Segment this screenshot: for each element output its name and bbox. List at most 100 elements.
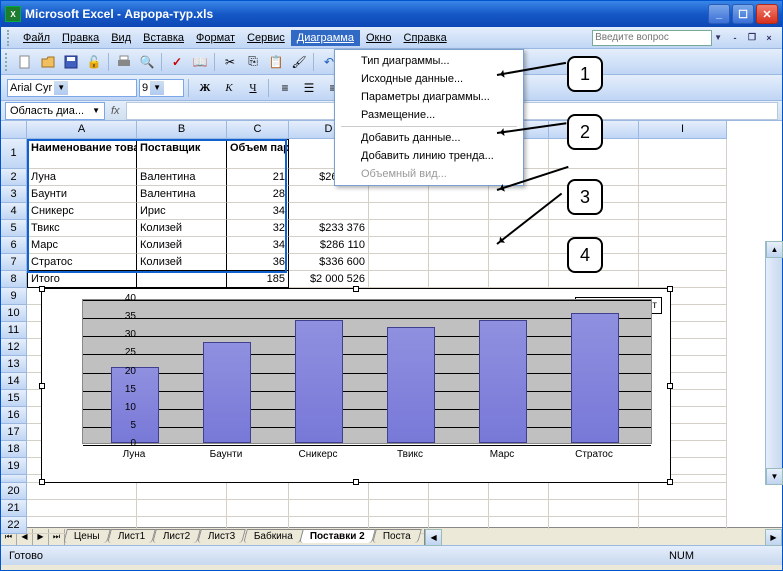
row-header[interactable]: 4	[1, 203, 27, 220]
grip-icon[interactable]	[7, 30, 13, 46]
cell[interactable]: 28	[227, 186, 289, 203]
cell[interactable]: Сникерс	[27, 203, 137, 220]
cell[interactable]	[369, 500, 429, 517]
bold-button[interactable]: Ж	[194, 78, 216, 98]
cell[interactable]	[429, 271, 489, 288]
cell[interactable]: Валентина	[137, 186, 227, 203]
mdi-close[interactable]: ×	[762, 32, 776, 44]
ask-question-input[interactable]	[592, 30, 712, 46]
cell[interactable]: Твикс	[27, 220, 137, 237]
menu-view[interactable]: Вид	[105, 30, 137, 46]
cell[interactable]	[639, 139, 727, 169]
sheet-tab[interactable]: Поставки 2	[300, 529, 377, 543]
cell[interactable]	[429, 220, 489, 237]
font-size-combo[interactable]: 9▼	[139, 79, 184, 97]
cell[interactable]	[489, 254, 549, 271]
row-header[interactable]: 21	[1, 500, 27, 517]
cell[interactable]	[227, 500, 289, 517]
mdi-minimize[interactable]: -	[728, 32, 742, 44]
cell[interactable]	[429, 237, 489, 254]
menu-help[interactable]: Справка	[398, 30, 453, 46]
menu-window[interactable]: Окно	[360, 30, 398, 46]
cell[interactable]: Стратос	[27, 254, 137, 271]
cell[interactable]	[227, 483, 289, 500]
cell[interactable]	[369, 483, 429, 500]
menu-file[interactable]: Файл	[17, 30, 56, 46]
row-header[interactable]: 12	[1, 339, 27, 356]
close-button[interactable]: ✕	[756, 4, 778, 24]
embedded-chart[interactable]: Объем партии, т 0510152025303540ЛунаБаун…	[41, 288, 671, 483]
cell[interactable]	[289, 186, 369, 203]
cell[interactable]: Баунти	[27, 186, 137, 203]
preview-button[interactable]: 🔍	[136, 51, 158, 73]
titlebar[interactable]: X Microsoft Excel - Аврора-тур.xls _ ☐ ✕	[1, 1, 782, 27]
row-header[interactable]: 7	[1, 254, 27, 271]
cell[interactable]	[639, 186, 727, 203]
cell[interactable]	[639, 169, 727, 186]
menu-location[interactable]: Размещение...	[337, 106, 521, 124]
cell[interactable]	[489, 483, 549, 500]
cell[interactable]	[429, 186, 489, 203]
column-header[interactable]: C	[227, 121, 289, 139]
chart-bar[interactable]	[387, 327, 435, 443]
cell[interactable]: Луна	[27, 169, 137, 186]
cell[interactable]	[369, 203, 429, 220]
cell[interactable]: Колизей	[137, 237, 227, 254]
row-header[interactable]: 3	[1, 186, 27, 203]
chart-bar[interactable]	[571, 313, 619, 444]
cell[interactable]	[639, 483, 727, 500]
menu-chart[interactable]: Диаграмма	[291, 30, 360, 46]
dropdown-icon[interactable]: ▼	[54, 81, 68, 95]
cell[interactable]	[369, 220, 429, 237]
row-header[interactable]: 22	[1, 517, 27, 534]
cut-button[interactable]: ✂	[219, 51, 241, 73]
cell[interactable]	[429, 500, 489, 517]
column-header[interactable]: I	[639, 121, 727, 139]
menu-format[interactable]: Формат	[190, 30, 241, 46]
cell[interactable]	[639, 271, 727, 288]
row-header[interactable]: 14	[1, 373, 27, 390]
fx-label[interactable]: fx	[111, 105, 120, 117]
cell[interactable]	[289, 203, 369, 220]
row-header[interactable]: 9	[1, 288, 27, 305]
spelling-button[interactable]: ✓	[166, 51, 188, 73]
cell[interactable]	[639, 500, 727, 517]
row-header[interactable]: 16	[1, 407, 27, 424]
menu-insert[interactable]: Вставка	[137, 30, 190, 46]
save-button[interactable]	[60, 51, 82, 73]
dropdown-icon[interactable]: ▼	[92, 106, 100, 115]
sheet-tab[interactable]: Лист2	[152, 529, 201, 543]
open-button[interactable]	[37, 51, 59, 73]
new-button[interactable]	[14, 51, 36, 73]
cell[interactable]	[289, 500, 369, 517]
cell[interactable]	[639, 203, 727, 220]
sheet-tab[interactable]: Лист1	[107, 529, 156, 543]
sheet-tab[interactable]: Поста	[372, 529, 422, 543]
cell[interactable]: $233 376	[289, 220, 369, 237]
align-left-button[interactable]: ≡	[274, 77, 296, 99]
horizontal-scrollbar[interactable]: ◀ ▶	[424, 529, 782, 545]
copy-button[interactable]: ⎘	[242, 51, 264, 73]
cell[interactable]: Валентина	[137, 169, 227, 186]
cell[interactable]: Поставщик	[137, 139, 227, 169]
row-header[interactable]: 15	[1, 390, 27, 407]
row-header[interactable]: 19	[1, 458, 27, 475]
row-header[interactable]: 17	[1, 424, 27, 441]
row-header[interactable]: 8	[1, 271, 27, 288]
cell[interactable]	[549, 271, 639, 288]
row-header[interactable]: 20	[1, 483, 27, 500]
cell[interactable]	[137, 483, 227, 500]
menu-edit[interactable]: Правка	[56, 30, 105, 46]
cell[interactable]: Марс	[27, 237, 137, 254]
align-center-button[interactable]: ☰	[298, 77, 320, 99]
cell[interactable]	[27, 483, 137, 500]
cell[interactable]: 32	[227, 220, 289, 237]
row-header[interactable]: 2	[1, 169, 27, 186]
select-all-corner[interactable]	[1, 121, 27, 139]
sheet-tab[interactable]: Бабкина	[243, 529, 304, 543]
cell[interactable]: 34	[227, 203, 289, 220]
dropdown-icon[interactable]: ▼	[714, 33, 722, 42]
cell[interactable]	[639, 237, 727, 254]
row-header[interactable]: 13	[1, 356, 27, 373]
sheet-tab[interactable]: Лист3	[197, 529, 246, 543]
